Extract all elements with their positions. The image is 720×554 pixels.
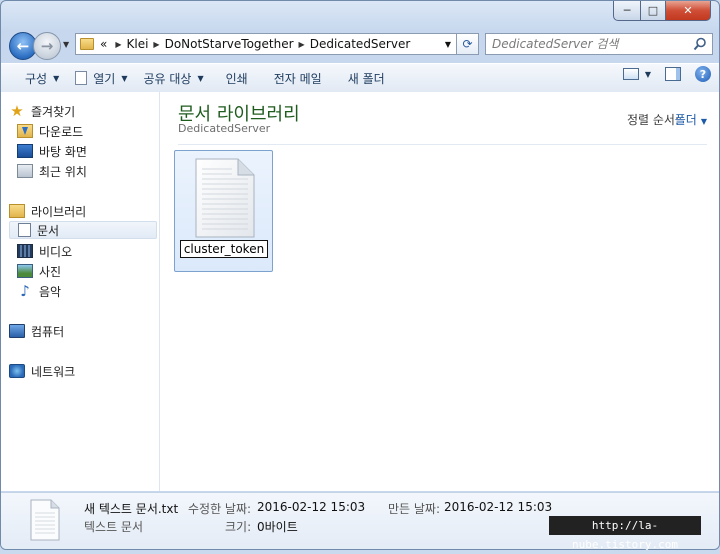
- search-box[interactable]: [485, 33, 713, 55]
- watermark: http://la-nube.tistory.com: [549, 516, 701, 551]
- view-controls: ▼ ?: [622, 66, 711, 82]
- sidebar-item-favorites[interactable]: ★ 즐겨찾기: [9, 102, 157, 120]
- sidebar-item-label: 최근 위치: [39, 164, 87, 179]
- documents-icon: [18, 223, 31, 237]
- organize-button[interactable]: 구성 ▼: [17, 67, 67, 89]
- library-subtitle: DedicatedServer: [178, 122, 271, 135]
- sidebar-item-documents[interactable]: 문서: [9, 221, 157, 239]
- chevron-right-icon[interactable]: ▶: [299, 40, 305, 49]
- breadcrumb-item-donotstarvetogether[interactable]: DoNotStarveTogether: [165, 37, 294, 51]
- close-button[interactable]: ✕: [666, 1, 711, 21]
- new-folder-button[interactable]: 새 폴더: [340, 67, 393, 89]
- size-value: 0바이트: [257, 520, 298, 534]
- forward-arrow-icon: →: [40, 37, 54, 55]
- created-date-value: 2016-02-12 15:03: [444, 500, 553, 514]
- sidebar-item-label: 컴퓨터: [31, 324, 65, 339]
- open-button[interactable]: 열기 ▼: [67, 67, 135, 89]
- sidebar-item-label: 즐겨찾기: [31, 104, 76, 119]
- chevron-down-icon: ▼: [197, 73, 204, 83]
- sidebar-item-downloads[interactable]: 다운로드: [17, 122, 157, 140]
- library-icon: [9, 204, 25, 218]
- recent-pages-dropdown[interactable]: ▼: [63, 40, 69, 49]
- sidebar-item-pictures[interactable]: 사진: [17, 262, 157, 280]
- navigation-bar: ← → ▼ « ▶ Klei ▶ DoNotStarveTogether ▶ D…: [9, 31, 713, 60]
- sidebar-item-label: 네트워크: [31, 364, 76, 379]
- size-label: 크기:: [225, 520, 252, 534]
- sidebar-item-label: 바탕 화면: [39, 144, 87, 159]
- rename-field[interactable]: cluster_token: [180, 240, 268, 258]
- notepad-icon: [75, 71, 88, 85]
- explorer-window: ─ □ ✕ ← → ▼ « ▶ Klei ▶ DoNotStarveTogeth…: [0, 0, 720, 550]
- breadcrumb-overflow[interactable]: «: [100, 37, 107, 51]
- modified-date-label: 수정한 날짜:: [188, 502, 252, 516]
- folder-icon: [80, 38, 94, 50]
- chevron-right-icon[interactable]: ▶: [115, 40, 121, 49]
- text-file-icon: [30, 499, 60, 541]
- help-icon[interactable]: ?: [695, 66, 711, 82]
- chevron-right-icon[interactable]: ▶: [153, 40, 159, 49]
- chevron-down-icon: ▼: [53, 73, 60, 83]
- navigation-pane: ★ 즐겨찾기 다운로드 바탕 화면 최근 위치 라이브러리 문서 비디오 사진 …: [1, 92, 160, 491]
- sidebar-item-label: 문서: [37, 223, 60, 238]
- selected-file-type: 텍스트 문서: [84, 520, 144, 534]
- sidebar-item-network[interactable]: 네트워크: [9, 362, 157, 380]
- sidebar-item-label: 라이브러리: [31, 204, 87, 219]
- back-arrow-icon: ←: [16, 37, 30, 55]
- computer-icon: [9, 324, 25, 338]
- network-icon: [9, 364, 25, 378]
- video-icon: [17, 244, 33, 258]
- maximize-button[interactable]: □: [641, 1, 666, 21]
- preview-pane-icon[interactable]: [665, 67, 681, 81]
- star-icon: ★: [10, 102, 24, 120]
- share-label: 공유 대상: [143, 71, 192, 86]
- recent-places-icon: [17, 164, 33, 178]
- selected-file-name: 새 텍스트 문서.txt: [84, 502, 179, 516]
- refresh-icon: ⟳: [462, 37, 473, 51]
- created-date-label: 만든 날짜:: [388, 502, 441, 516]
- view-icon: [622, 68, 639, 80]
- sidebar-item-videos[interactable]: 비디오: [17, 242, 157, 260]
- chevron-down-icon: ▼: [700, 117, 707, 126]
- breadcrumb-item-dedicatedserver[interactable]: DedicatedServer: [310, 37, 411, 51]
- sidebar-item-music[interactable]: ♪ 음악: [17, 282, 157, 300]
- sidebar-item-libraries[interactable]: 라이브러리: [9, 202, 157, 220]
- music-icon: ♪: [20, 282, 30, 300]
- share-button[interactable]: 공유 대상 ▼: [136, 67, 212, 89]
- chevron-down-icon: ▼: [644, 69, 651, 79]
- command-bar: 구성 ▼ 열기 ▼ 공유 대상 ▼ 인쇄 전자 메일 새 폴더 ▼ ?: [1, 63, 719, 93]
- refresh-button[interactable]: ⟳: [457, 33, 479, 55]
- text-file-icon: [195, 158, 255, 238]
- sort-value: 폴더: [674, 113, 697, 127]
- file-list-pane[interactable]: 문서 라이브러리 DedicatedServer 정렬 순서: 폴더 ▼ clu…: [160, 92, 719, 491]
- sort-dropdown[interactable]: 폴더 ▼: [675, 111, 707, 128]
- pictures-icon: [17, 264, 33, 278]
- address-dropdown-icon[interactable]: ▼: [445, 40, 451, 49]
- desktop-icon: [17, 144, 33, 158]
- divider: [178, 144, 707, 145]
- search-input[interactable]: [492, 36, 682, 52]
- forward-button[interactable]: →: [33, 32, 61, 60]
- email-button[interactable]: 전자 메일: [266, 67, 330, 89]
- search-icon[interactable]: [693, 37, 707, 51]
- caption-buttons: ─ □ ✕: [613, 1, 711, 21]
- sort-label: 정렬 순서:: [626, 113, 679, 127]
- sidebar-item-label: 사진: [39, 264, 62, 279]
- breadcrumb-item-klei[interactable]: Klei: [127, 37, 149, 51]
- print-button[interactable]: 인쇄: [218, 67, 256, 89]
- sidebar-item-desktop[interactable]: 바탕 화면: [17, 142, 157, 160]
- change-view-button[interactable]: ▼: [622, 68, 651, 80]
- modified-date-value: 2016-02-12 15:03: [257, 500, 366, 514]
- downloads-icon: [17, 124, 33, 138]
- minimize-button[interactable]: ─: [613, 1, 641, 21]
- sidebar-item-computer[interactable]: 컴퓨터: [9, 322, 157, 340]
- chevron-down-icon: ▼: [121, 73, 128, 83]
- organize-label: 구성: [25, 71, 48, 86]
- open-label: 열기: [93, 71, 116, 86]
- sidebar-item-recent-places[interactable]: 최근 위치: [17, 162, 157, 180]
- file-item[interactable]: cluster_token: [174, 150, 273, 272]
- address-bar[interactable]: « ▶ Klei ▶ DoNotStarveTogether ▶ Dedicat…: [75, 33, 457, 55]
- sidebar-item-label: 음악: [39, 284, 62, 299]
- sidebar-item-label: 다운로드: [39, 124, 84, 139]
- sidebar-item-label: 비디오: [39, 244, 73, 259]
